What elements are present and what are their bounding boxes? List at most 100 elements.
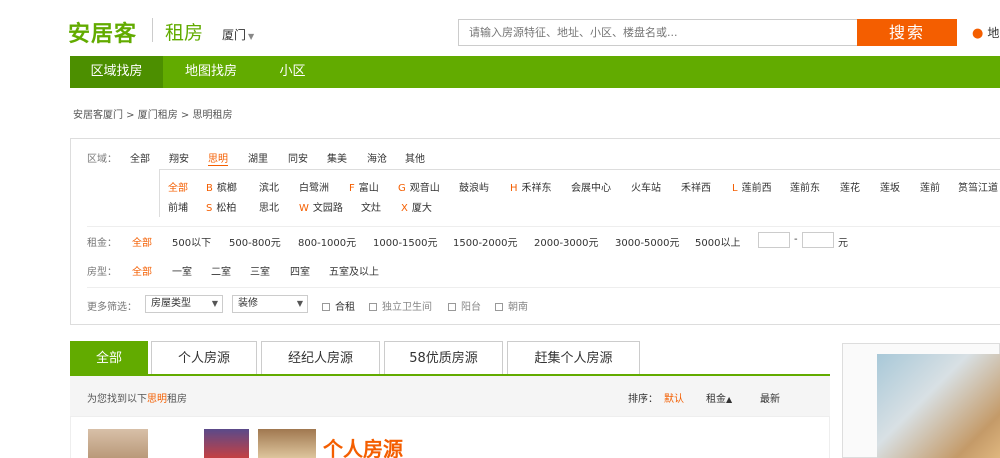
- results-prefix: 为您找到以下: [87, 394, 147, 405]
- subarea-option[interactable]: 禾祥西: [681, 179, 711, 194]
- rent-min-input[interactable]: [758, 232, 790, 248]
- tab-personal[interactable]: 个人房源: [151, 341, 257, 375]
- divider: [87, 287, 1000, 288]
- private-bath-checkbox[interactable]: 独立卫生间: [369, 298, 432, 313]
- index-letter: G: [398, 183, 406, 194]
- subarea-option[interactable]: 火车站: [631, 179, 661, 194]
- decoration-select-label: 装修: [238, 298, 258, 309]
- subarea-option[interactable]: 鼓浪屿: [459, 179, 489, 194]
- listing-thumbnail[interactable]: [258, 429, 316, 458]
- area-filter-row: 区域：: [87, 150, 125, 165]
- area-option[interactable]: 其他: [405, 150, 425, 165]
- subarea-option[interactable]: X 厦大: [401, 199, 432, 214]
- subarea-option[interactable]: W 文园路: [299, 199, 343, 214]
- house-type-select-label: 房屋类型: [151, 298, 191, 309]
- tab-ganji-personal[interactable]: 赶集个人房源: [507, 341, 640, 375]
- subarea-option-selected[interactable]: 全部: [168, 179, 188, 194]
- subarea-option[interactable]: H 禾祥东: [510, 179, 552, 194]
- subarea-option[interactable]: 筼筜江道: [958, 179, 998, 194]
- city-selector[interactable]: 厦门 ▼: [222, 26, 254, 43]
- map-link[interactable]: ● 地: [972, 24, 999, 41]
- tab-all[interactable]: 全部: [70, 341, 148, 375]
- listing-tabs: 全部 个人房源 经纪人房源 58优质房源 赶集个人房源: [70, 341, 930, 375]
- sort-latest[interactable]: 最新: [760, 390, 780, 405]
- rent-option[interactable]: 1000-1500元: [373, 234, 438, 249]
- chevron-down-icon: ▼: [248, 32, 255, 41]
- room-option[interactable]: 三室: [250, 263, 270, 278]
- listing-thumbnail[interactable]: [88, 429, 148, 458]
- subarea-option[interactable]: 会展中心: [571, 179, 611, 194]
- breadcrumb[interactable]: 安居客厦门 > 厦门租房 > 思明租房: [73, 106, 232, 121]
- room-option[interactable]: 五室及以上: [329, 263, 379, 278]
- subarea-option[interactable]: 莲前: [920, 179, 940, 194]
- subarea-option[interactable]: L 莲前西: [732, 179, 772, 194]
- listing-thumbnail[interactable]: [204, 429, 249, 458]
- section-title[interactable]: 租房: [165, 18, 203, 45]
- south-facing-checkbox[interactable]: 朝南: [495, 298, 528, 313]
- divider: [87, 226, 1000, 227]
- sort-default[interactable]: 默认: [664, 390, 684, 405]
- subarea-option[interactable]: F 富山: [349, 179, 379, 194]
- area-option-selected[interactable]: 思明: [208, 150, 228, 166]
- area-option[interactable]: 湖里: [248, 150, 268, 165]
- subarea-option[interactable]: 前埔: [168, 199, 188, 214]
- sort-rent-label: 租金: [706, 394, 726, 405]
- nav-item-area-search[interactable]: 区域找房: [70, 56, 163, 88]
- index-letter: S: [206, 203, 213, 214]
- subarea-option[interactable]: 思北: [259, 199, 279, 214]
- subarea-option[interactable]: 莲前东: [790, 179, 820, 194]
- rent-option[interactable]: 5000以上: [695, 234, 740, 249]
- search-input[interactable]: [459, 20, 858, 45]
- subarea-option[interactable]: B 槟榔: [206, 179, 237, 194]
- rent-option-selected[interactable]: 全部: [132, 234, 152, 249]
- rent-label: 租金：: [87, 238, 117, 249]
- subarea-option[interactable]: 滨北: [259, 179, 279, 194]
- subarea-name: 厦大: [411, 203, 432, 214]
- subarea-option[interactable]: 白鹭洲: [299, 179, 329, 194]
- area-option[interactable]: 同安: [288, 150, 308, 165]
- logo[interactable]: 安居客: [68, 16, 137, 48]
- decoration-select[interactable]: 装修 ▼: [232, 295, 308, 313]
- side-ad-panel[interactable]: [842, 343, 1000, 458]
- subarea-option[interactable]: S 松柏: [206, 199, 236, 214]
- rent-unit: 元: [838, 238, 848, 249]
- search-box[interactable]: [458, 19, 858, 46]
- filter-panel: 区域： 全部 翔安 思明 湖里 同安 集美 海沧 其他 全部 B 槟榔 滨北 白鹭…: [70, 138, 1000, 325]
- rent-option[interactable]: 3000-5000元: [615, 234, 680, 249]
- index-letter: B: [206, 183, 213, 194]
- room-option[interactable]: 四室: [290, 263, 310, 278]
- results-bar: 为您找到以下思明租房 排序： 默认 租金▲ 最新: [70, 376, 830, 416]
- ad-image[interactable]: [877, 354, 1000, 458]
- checkbox-box: [322, 303, 330, 311]
- shared-checkbox[interactable]: 合租: [322, 298, 355, 313]
- rent-option[interactable]: 2000-3000元: [534, 234, 599, 249]
- rent-option[interactable]: 500-800元: [229, 234, 281, 249]
- rent-max-input[interactable]: [802, 232, 834, 248]
- tab-58-quality[interactable]: 58优质房源: [384, 341, 503, 375]
- subarea-name: 莲前西: [741, 183, 772, 194]
- area-option[interactable]: 翔安: [169, 150, 189, 165]
- nav-item-map-search[interactable]: 地图找房: [170, 56, 252, 88]
- checkbox-box: [448, 303, 456, 311]
- subarea-option[interactable]: 莲坂: [880, 179, 900, 194]
- subarea-option[interactable]: G 观音山: [398, 179, 440, 194]
- search-button[interactable]: 搜索: [857, 19, 957, 46]
- room-option-selected[interactable]: 全部: [132, 263, 152, 278]
- chevron-down-icon: ▼: [211, 299, 218, 308]
- area-option[interactable]: 海沧: [367, 150, 387, 165]
- balcony-checkbox[interactable]: 阳台: [448, 298, 481, 313]
- rent-option[interactable]: 800-1000元: [298, 234, 356, 249]
- nav-item-community[interactable]: 小区: [265, 56, 320, 88]
- tab-agent[interactable]: 经纪人房源: [261, 341, 380, 375]
- room-option[interactable]: 一室: [172, 263, 192, 278]
- subarea-option[interactable]: 文灶: [361, 199, 381, 214]
- area-option[interactable]: 集美: [327, 150, 347, 165]
- rent-option[interactable]: 1500-2000元: [453, 234, 518, 249]
- rent-option[interactable]: 500以下: [172, 234, 211, 249]
- subarea-option[interactable]: 莲花: [840, 179, 860, 194]
- sort-rent[interactable]: 租金▲: [706, 390, 732, 405]
- index-letter: F: [349, 183, 355, 194]
- room-option[interactable]: 二室: [211, 263, 231, 278]
- house-type-select[interactable]: 房屋类型 ▼: [145, 295, 223, 313]
- area-option[interactable]: 全部: [130, 150, 150, 165]
